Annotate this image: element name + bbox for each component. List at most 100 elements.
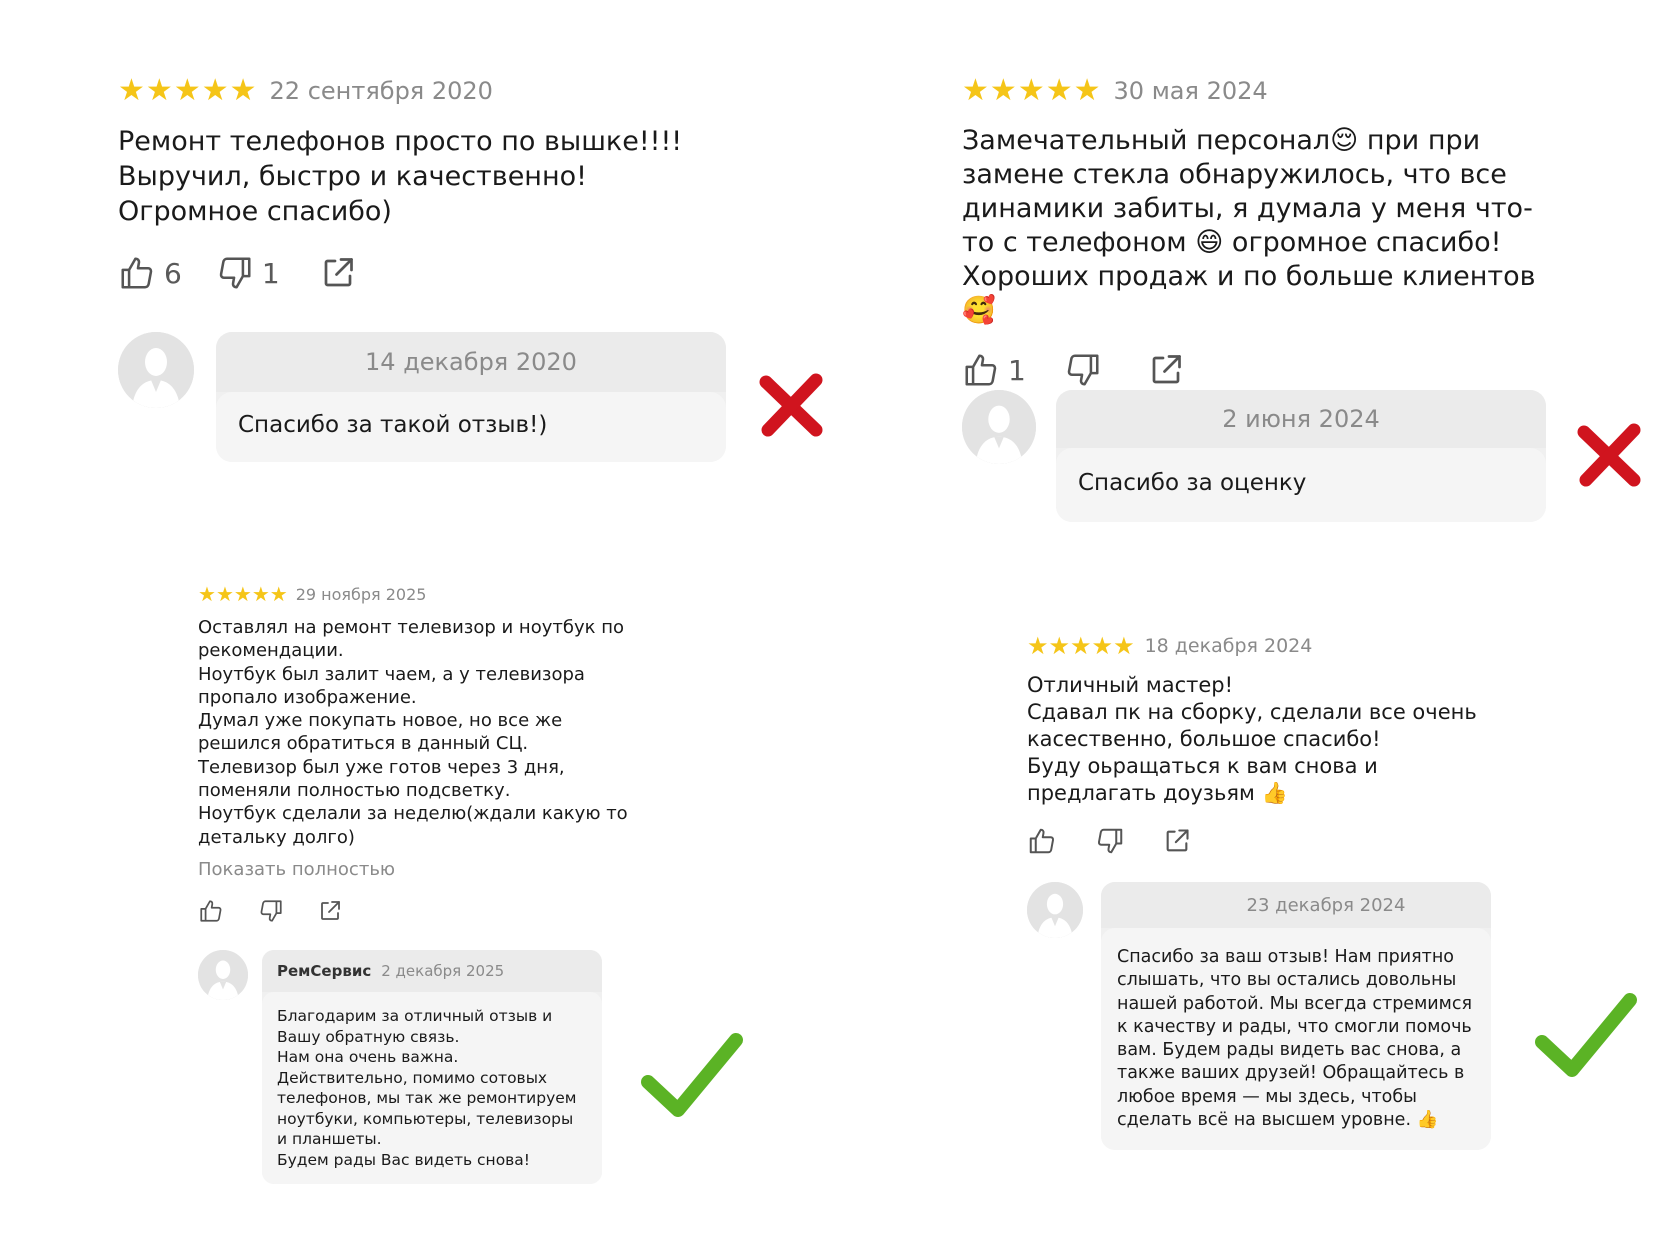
star-icon: ★ xyxy=(1027,632,1049,660)
review-actions xyxy=(1027,825,1507,857)
star-icon: ★ xyxy=(962,73,990,108)
response-text: Спасибо за оценку xyxy=(1056,448,1546,522)
star-icon: ★ xyxy=(251,582,270,606)
response-header: 2 июня 2024 xyxy=(1056,390,1546,448)
thumbs-down-icon xyxy=(219,257,251,289)
owner-response: 2 июня 2024 Спасибо за оценку xyxy=(962,390,1546,522)
dislike-button[interactable] xyxy=(1064,351,1102,389)
review-actions: 1 xyxy=(962,348,1582,392)
dislike-button[interactable]: 1 xyxy=(216,254,280,292)
response-author: РемСервис xyxy=(277,962,372,980)
share-button[interactable] xyxy=(320,255,356,291)
review-meta: ★ ★ ★ ★ ★ 22 сентября 2020 xyxy=(118,76,738,106)
cross-icon xyxy=(1577,423,1641,487)
thumbs-up-icon xyxy=(121,257,153,289)
response-date: 14 декабря 2020 xyxy=(365,348,577,376)
share-icon xyxy=(1166,829,1189,852)
review-card: ★ ★ ★ ★ ★ 22 сентября 2020 Ремонт телефонов … xyxy=(118,76,738,295)
response-header: 23 декабря 2024 xyxy=(1101,882,1491,928)
review-date: 22 сентября 2020 xyxy=(269,77,493,105)
dislike-button[interactable] xyxy=(258,898,284,924)
review-card: ★ ★ ★ ★ ★ 30 мая 2024 Замечательный персонал… xyxy=(962,76,1582,392)
star-icon: ★ xyxy=(173,73,202,108)
owner-response: 23 декабря 2024 Спасибо за ваш отзыв! На… xyxy=(1027,882,1491,1151)
response-bubble: 2 июня 2024 Спасибо за оценку xyxy=(1056,390,1546,522)
share-icon xyxy=(324,258,353,287)
star-icon: ★ xyxy=(118,73,146,108)
avatar xyxy=(1027,882,1083,938)
avatar xyxy=(962,390,1036,464)
like-button[interactable] xyxy=(1027,826,1057,856)
share-button[interactable] xyxy=(318,899,342,923)
review-meta: ★ ★ ★ ★ ★ 30 мая 2024 xyxy=(962,76,1582,106)
star-icon: ★ xyxy=(1091,632,1114,660)
thumbs-down-icon xyxy=(260,900,282,922)
response-header: РемСервис 2 декабря 2025 xyxy=(262,950,602,992)
star-icon: ★ xyxy=(1070,632,1092,660)
avatar xyxy=(198,950,248,1000)
star-icon: ★ xyxy=(1073,73,1102,108)
response-bubble: 23 декабря 2024 Спасибо за ваш отзыв! На… xyxy=(1101,882,1491,1151)
like-count: 1 xyxy=(1008,353,1026,387)
thumbs-up-icon xyxy=(200,900,222,922)
share-button[interactable] xyxy=(1163,827,1191,855)
review-actions xyxy=(198,896,638,926)
star-icon: ★ xyxy=(1045,73,1074,108)
dislike-count: 1 xyxy=(261,256,280,290)
like-count: 6 xyxy=(164,256,182,290)
star-icon: ★ xyxy=(989,73,1018,108)
response-text: Благодарим за отличный отзыв и Вашу обра… xyxy=(262,992,602,1184)
review-actions: 6 1 xyxy=(118,251,738,295)
review-date: 29 ноября 2025 xyxy=(295,584,427,604)
share-icon xyxy=(1152,355,1181,384)
like-button[interactable]: 6 xyxy=(118,254,182,292)
review-meta: ★ ★ ★ ★ ★ 18 декабря 2024 xyxy=(1027,634,1507,658)
owner-response: 14 декабря 2020 Спасибо за такой отзыв!) xyxy=(118,332,726,462)
response-bubble: 14 декабря 2020 Спасибо за такой отзыв!) xyxy=(216,332,726,462)
star-icon: ★ xyxy=(1017,73,1046,108)
dislike-button[interactable] xyxy=(1095,826,1125,856)
response-date: 23 декабря 2024 xyxy=(1246,894,1406,916)
star-icon: ★ xyxy=(229,73,258,108)
review-text: Замечательный персонал😌 при при замене с… xyxy=(962,125,1536,326)
owner-response: РемСервис 2 декабря 2025 Благодарим за о… xyxy=(198,950,602,1184)
review-text: Ремонт телефонов просто по вышке!!!! Выр… xyxy=(118,126,683,227)
cross-icon xyxy=(759,373,823,437)
thumbs-up-icon xyxy=(1029,828,1055,854)
thumbs-down-icon xyxy=(1067,354,1099,386)
star-icon: ★ xyxy=(201,73,230,108)
check-icon xyxy=(1535,993,1637,1077)
response-date: 2 июня 2024 xyxy=(1222,405,1380,433)
response-text: Спасибо за такой отзыв!) xyxy=(216,392,726,462)
check-icon xyxy=(641,1033,743,1117)
review-text: Отличный мастер! Сдавал пк на сборку, сд… xyxy=(1027,673,1477,805)
rating-stars: ★ ★ ★ ★ ★ xyxy=(118,76,258,106)
star-icon: ★ xyxy=(145,73,174,108)
review-meta: ★ ★ ★ ★ ★ 29 ноября 2025 xyxy=(198,584,638,604)
user-silhouette-icon xyxy=(1027,882,1083,938)
like-button[interactable]: 1 xyxy=(962,351,1026,389)
star-icon: ★ xyxy=(198,582,216,606)
review-text: Оставлял на ремонт телевизор и ноутбук п… xyxy=(198,617,628,848)
response-date: 2 декабря 2025 xyxy=(381,962,505,980)
review-date: 30 мая 2024 xyxy=(1113,77,1268,105)
share-icon xyxy=(321,901,340,920)
star-icon: ★ xyxy=(269,582,288,606)
like-button[interactable] xyxy=(198,898,224,924)
review-card: ★ ★ ★ ★ ★ 18 декабря 2024 Отличный мастер! С… xyxy=(1027,634,1507,857)
share-button[interactable] xyxy=(1148,352,1184,388)
rating-stars: ★ ★ ★ ★ ★ xyxy=(962,76,1102,106)
star-icon: ★ xyxy=(1048,632,1071,660)
review-card: ★ ★ ★ ★ ★ 29 ноября 2025 Оставлял на ремонт … xyxy=(198,584,638,926)
show-more-link[interactable]: Показать полностью xyxy=(198,859,638,880)
user-silhouette-icon xyxy=(962,390,1036,464)
star-icon: ★ xyxy=(215,582,234,606)
user-silhouette-icon xyxy=(118,332,194,408)
response-header: 14 декабря 2020 xyxy=(216,332,726,392)
user-silhouette-icon xyxy=(198,950,248,1000)
rating-stars: ★ ★ ★ ★ ★ xyxy=(1027,634,1135,658)
star-icon: ★ xyxy=(1113,632,1135,660)
response-text: Спасибо за ваш отзыв! Нам приятно слышат… xyxy=(1101,928,1491,1151)
response-bubble: РемСервис 2 декабря 2025 Благодарим за о… xyxy=(262,950,602,1184)
review-date: 18 декабря 2024 xyxy=(1144,635,1313,657)
